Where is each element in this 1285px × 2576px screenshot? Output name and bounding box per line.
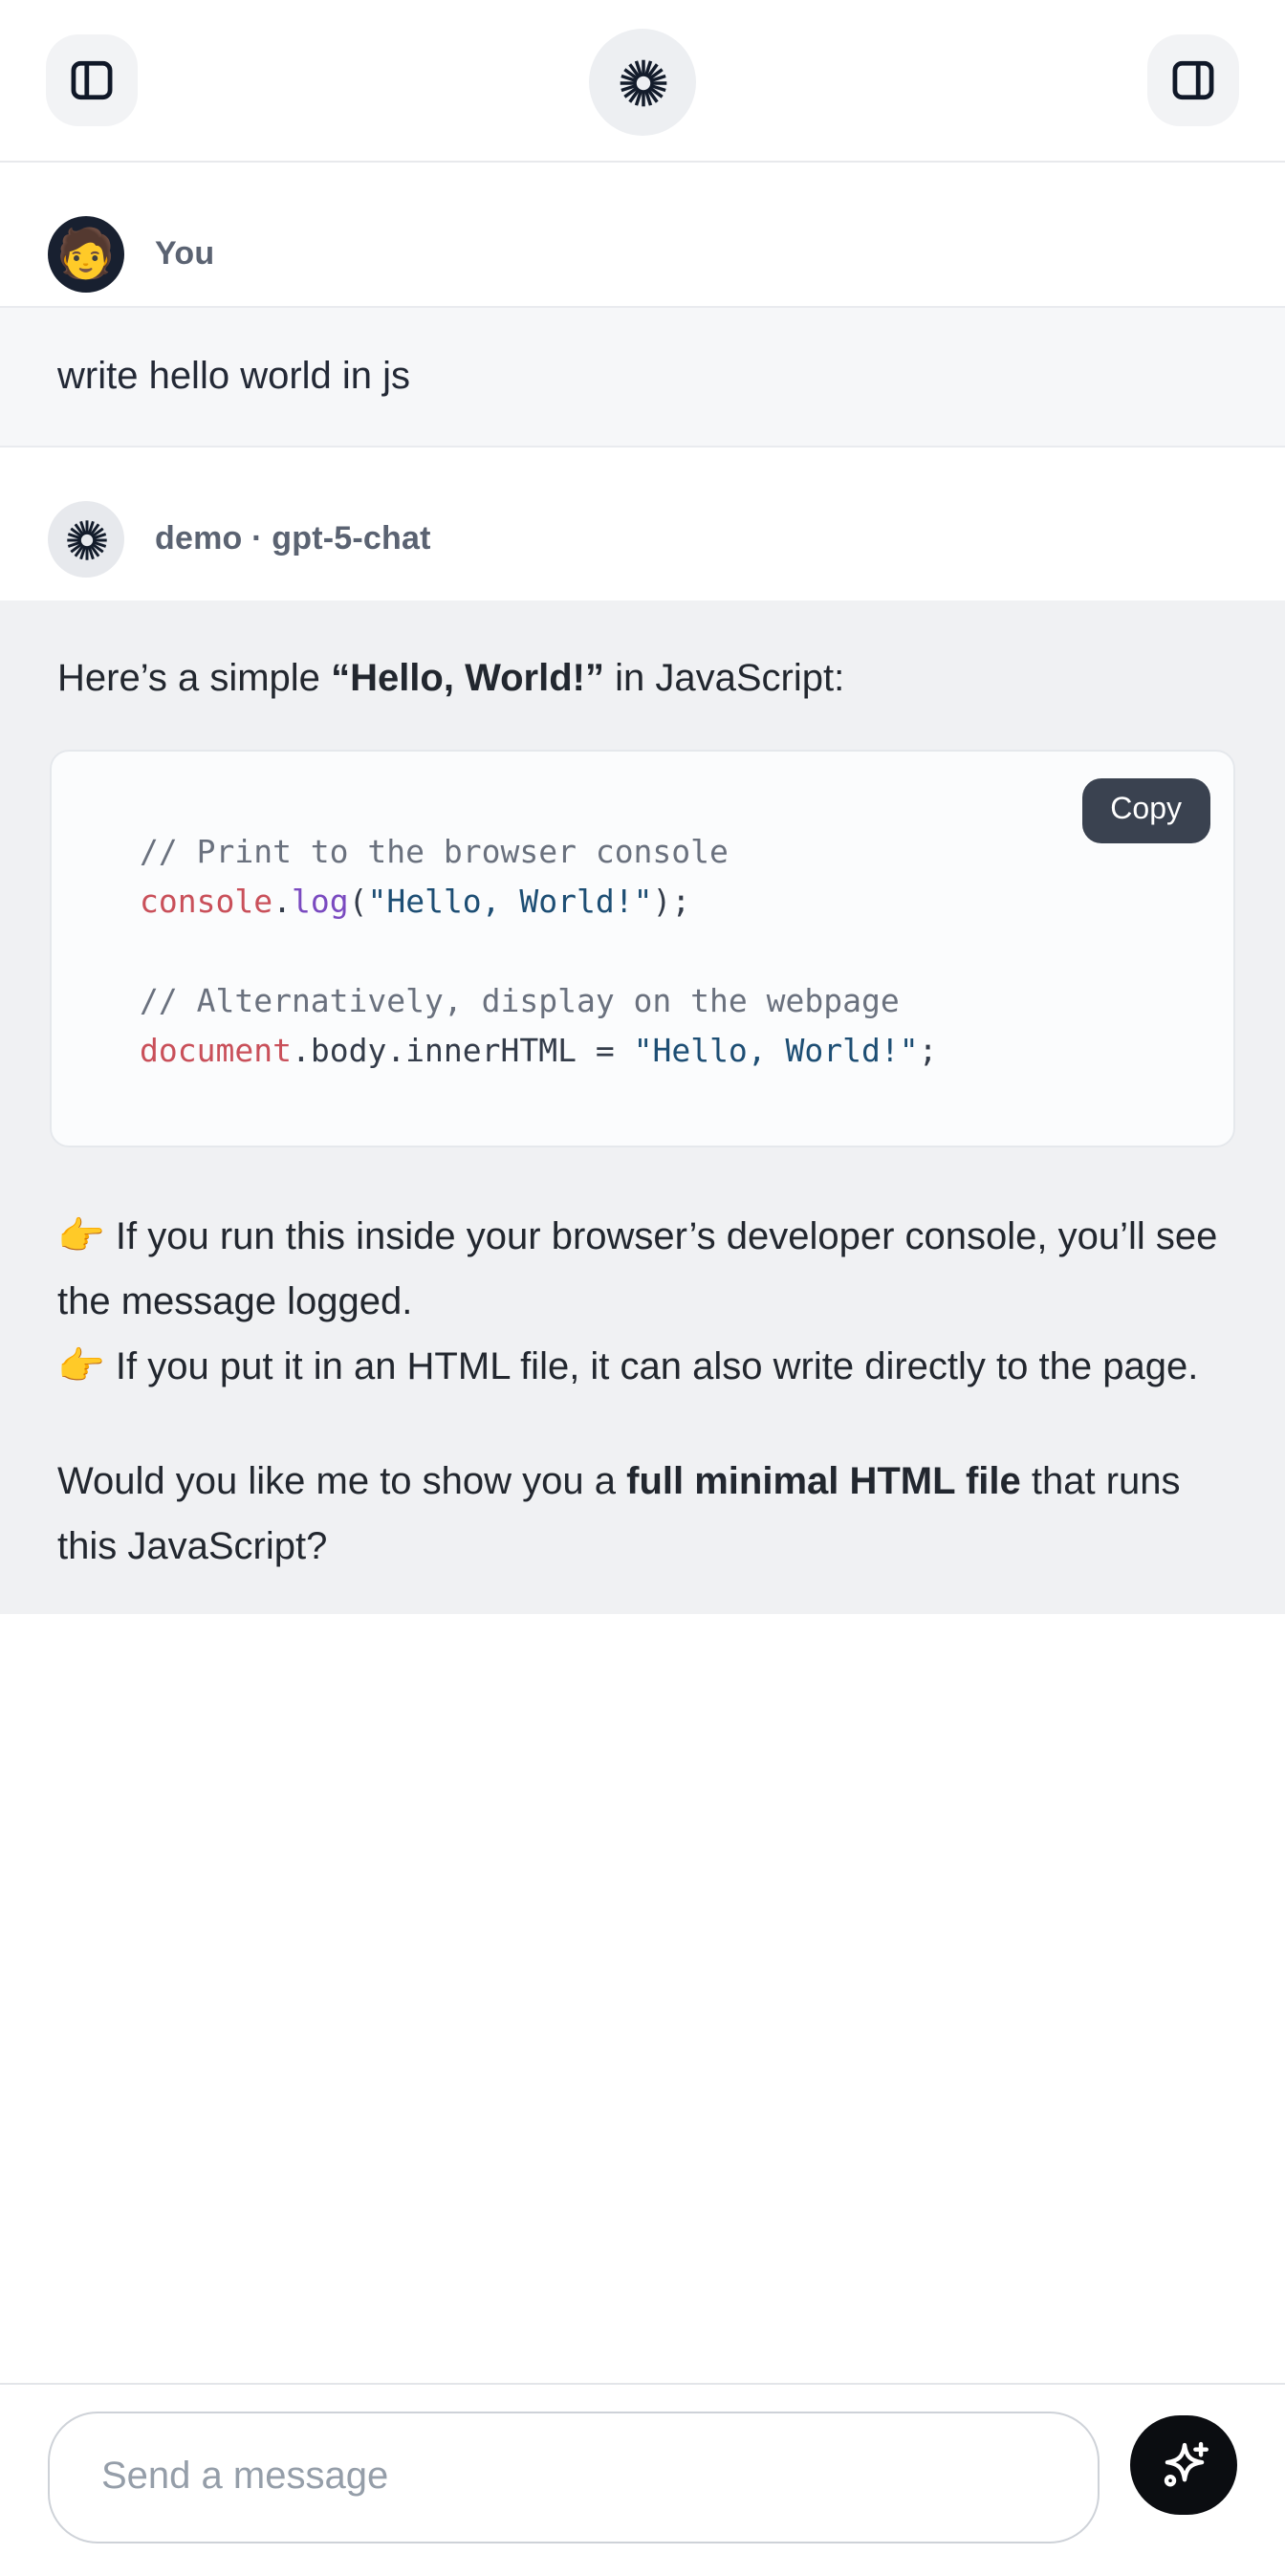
user-message: write hello world in js [0,306,1285,448]
user-turn: 🧑 You write hello world in js [0,163,1285,448]
assistant-model-label: demo · gpt-5-chat [155,520,431,558]
chat-scroll-area[interactable]: 🧑 You write hello world in js demo · gpt… [0,163,1285,1614]
message-input[interactable] [48,2412,1100,2543]
burst-icon [64,517,108,561]
copy-code-button[interactable]: Copy [1081,778,1210,843]
send-button[interactable] [1130,2415,1237,2515]
assistant-message: Here’s a simple “Hello, World!” in JavaS… [0,600,1285,1614]
assistant-turn: demo · gpt-5-chat Here’s a simple “Hello… [0,448,1285,1614]
chat-app: 🧑 You write hello world in js demo · gpt… [0,0,1285,2576]
user-avatar-emoji: 🧑 [56,230,116,278]
assistant-intro-text: Here’s a simple “Hello, World!” in JavaS… [57,650,1228,708]
code-content: // Print to the browser consoleconsole.l… [140,828,1195,1077]
assistant-turn-header: demo · gpt-5-chat [0,448,1285,578]
top-bar [0,0,1285,163]
panel-left-icon [67,55,117,105]
sparkle-icon [1154,2435,1213,2495]
user-avatar: 🧑 [48,216,124,293]
sidebar-toggle-button[interactable] [46,34,138,126]
assistant-pointers-text: 👉 If you run this inside your browser’s … [57,1205,1228,1400]
assistant-avatar [48,501,124,578]
code-block: Copy // Print to the browser consolecons… [50,750,1235,1147]
user-message-text: write hello world in js [57,355,410,399]
model-badge-button[interactable] [589,29,696,136]
user-turn-header: 🧑 You [0,163,1285,293]
right-panel-toggle-button[interactable] [1147,34,1239,126]
burst-icon [617,56,668,108]
user-sender-label: You [155,235,214,273]
assistant-question-text: Would you like me to show you a full min… [57,1450,1228,1595]
panel-right-icon [1168,55,1218,105]
composer-bar [0,2383,1285,2576]
